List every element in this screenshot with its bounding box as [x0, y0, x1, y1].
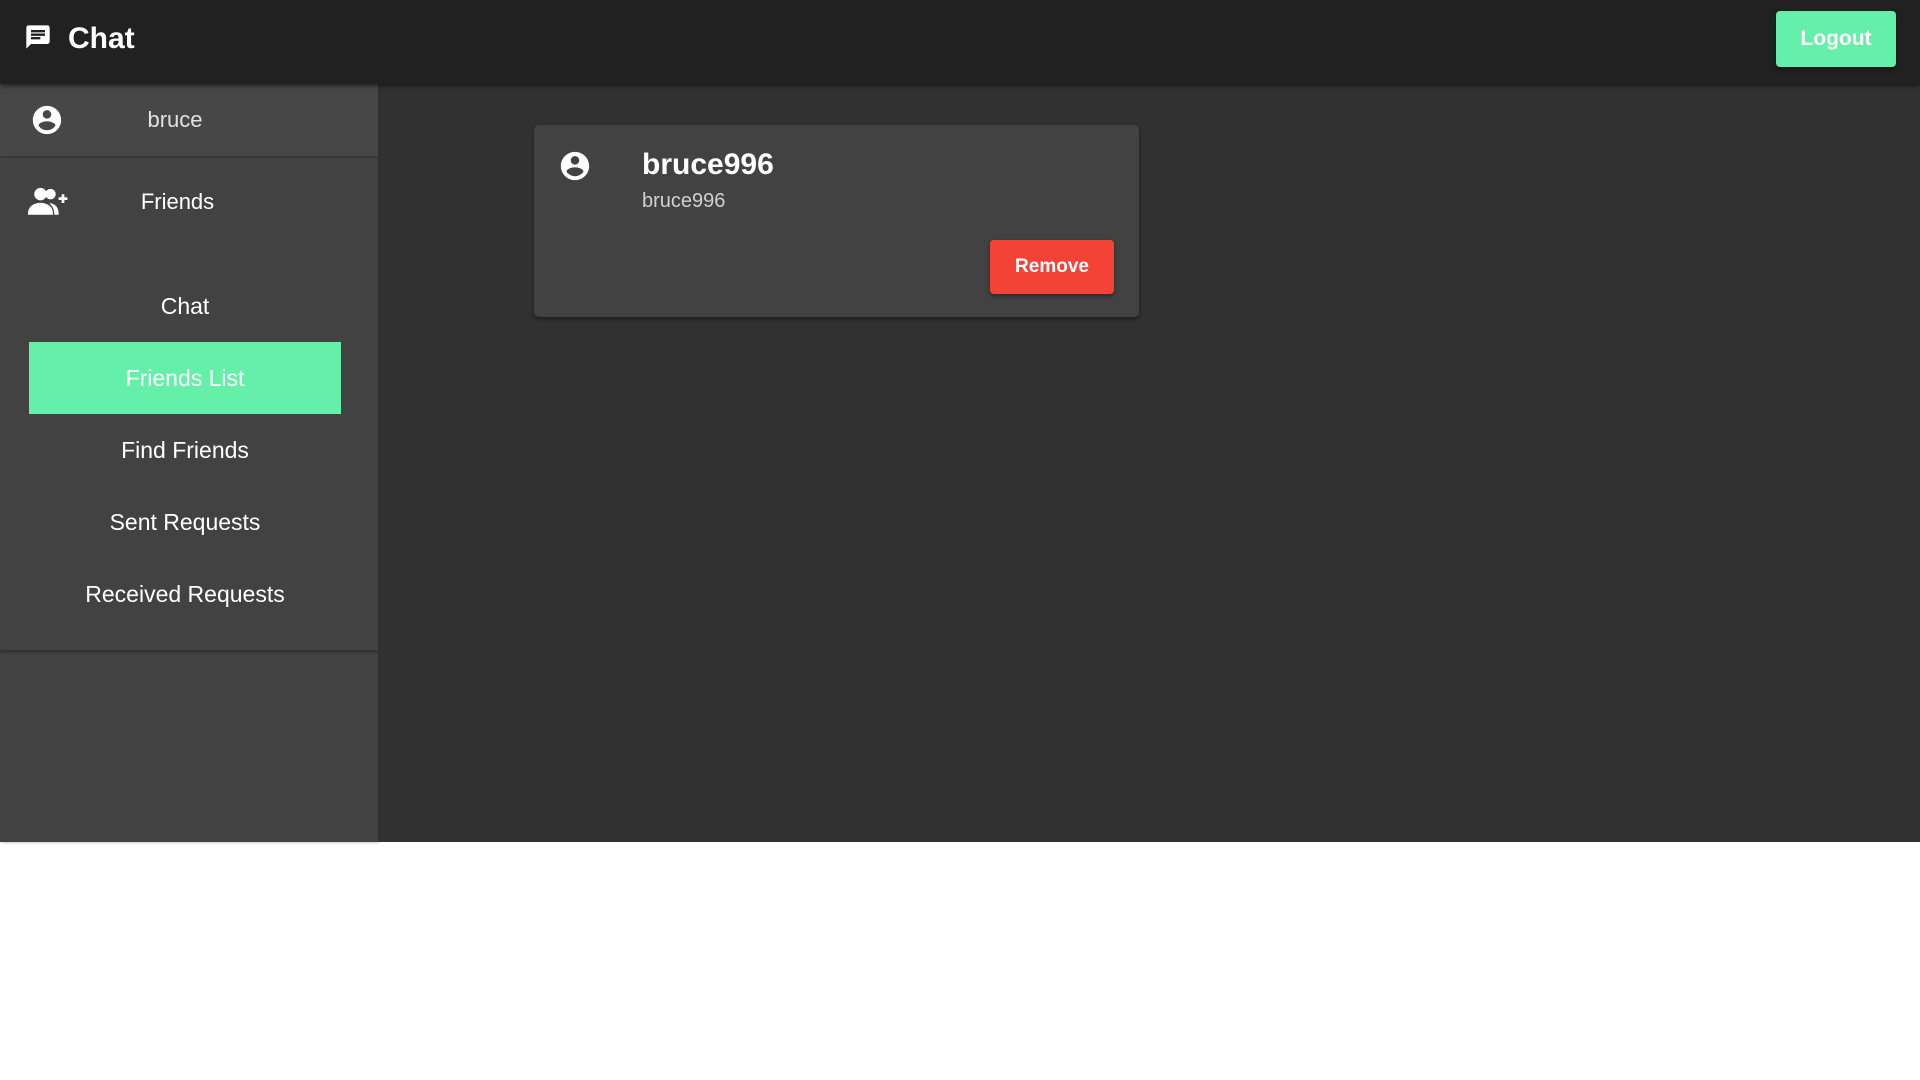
sidebar: bruce Friends Chat Friends List Find Fri… [0, 84, 378, 842]
nav-item-find-friends[interactable]: Find Friends [29, 414, 341, 486]
current-user-name: bruce [147, 107, 203, 132]
nav-item-received-requests[interactable]: Received Requests [29, 558, 341, 630]
app-root: Chat Logout bruce Friends Chat Friends L… [0, 0, 1920, 842]
friends-section-header[interactable]: Friends [0, 156, 378, 252]
message-icon [26, 25, 50, 49]
nav-item-sent-requests[interactable]: Sent Requests [29, 486, 341, 558]
logout-button[interactable]: Logout [1776, 11, 1896, 67]
account-circle-icon [560, 151, 590, 181]
sidebar-panel: bruce Friends Chat Friends List Find Fri… [0, 84, 378, 650]
current-user[interactable]: bruce [0, 84, 378, 156]
app-title: Chat [68, 22, 135, 55]
nav-item-friends-list[interactable]: Friends List [29, 342, 341, 414]
account-circle-icon [32, 105, 62, 135]
friend-username: bruce996 [642, 190, 726, 212]
person-add-icon [28, 187, 68, 215]
nav-item-chat[interactable]: Chat [29, 270, 341, 342]
main-content: bruce996 bruce996 Remove [378, 84, 1920, 842]
friends-section-label: Friends [140, 189, 215, 214]
app-bar: Chat Logout [0, 0, 1920, 84]
friend-name: bruce996 [642, 148, 774, 181]
remove-friend-button[interactable]: Remove [990, 240, 1114, 294]
friend-card: bruce996 bruce996 Remove [534, 125, 1139, 317]
